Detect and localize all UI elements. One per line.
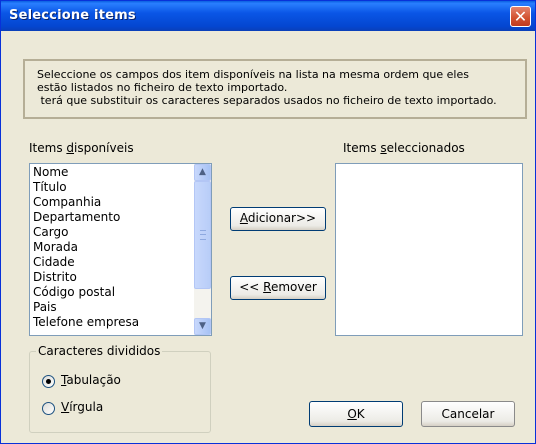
separator-group-title: Caracteres divididos: [36, 344, 163, 358]
scroll-down-button[interactable]: ▼: [194, 318, 211, 335]
list-item[interactable]: Distrito: [30, 270, 211, 285]
instructions-line: Seleccione os campos dos item disponívei…: [37, 68, 469, 81]
comma-radio-label[interactable]: Vírgula: [61, 400, 103, 414]
remove-button[interactable]: << Remover: [230, 276, 326, 300]
cancel-button[interactable]: Cancelar: [421, 401, 515, 427]
label-text: Items: [343, 141, 381, 155]
button-label: <<: [239, 280, 264, 294]
label-accelerator: V: [61, 400, 70, 414]
list-item[interactable]: Companhia: [30, 195, 211, 210]
tab-radio[interactable]: [42, 375, 55, 388]
selected-items-list[interactable]: [335, 163, 523, 336]
available-items-list[interactable]: Nome Título Companhia Departamento Cargo Mora…: [29, 163, 212, 336]
available-items-container: Nome Título Companhia Departamento Cargo Mora…: [30, 164, 211, 330]
scroll-up-button[interactable]: ▲: [194, 164, 211, 181]
selected-items-label: Items seleccionados: [343, 141, 465, 155]
instructions-panel: Seleccione os campos dos item disponívei…: [23, 59, 527, 119]
radio-selected-dot: [46, 379, 51, 384]
scroll-down-icon: ▼: [199, 321, 206, 331]
label-text: Items: [29, 141, 67, 155]
label-text: abulação: [66, 373, 121, 387]
dialog-title: Seleccione items: [9, 8, 136, 23]
tab-radio-label[interactable]: Tabulação: [61, 373, 121, 387]
select-items-dialog: Seleccione items ✕ Seleccione os campos …: [0, 0, 536, 444]
comma-radio[interactable]: [42, 402, 55, 415]
list-item[interactable]: Título: [30, 180, 211, 195]
button-accelerator: A: [239, 211, 248, 225]
label-text: isponíveis: [74, 141, 134, 155]
title-bar[interactable]: Seleccione items ✕: [1, 1, 535, 31]
label-text: írgula: [69, 400, 104, 414]
available-items-label: Items disponíveis: [29, 141, 134, 155]
list-item[interactable]: Nome: [30, 165, 211, 180]
add-button[interactable]: Adicionar>>: [230, 207, 326, 231]
button-accelerator: R: [263, 280, 271, 294]
close-icon: ✕: [513, 7, 528, 26]
scroll-thumb[interactable]: [194, 181, 211, 289]
button-label: K: [356, 407, 365, 421]
button-label: Cancelar: [441, 407, 495, 421]
available-list-scrollbar[interactable]: ▲ ▼: [194, 164, 211, 335]
list-item[interactable]: Departamento: [30, 210, 211, 225]
button-label: dicionar>>: [247, 211, 317, 225]
scroll-up-icon: ▲: [199, 167, 206, 177]
close-button[interactable]: ✕: [510, 6, 531, 27]
separator-groupbox: Caracteres divididos Tabulação Vírgula: [29, 344, 211, 433]
label-accelerator: d: [66, 141, 75, 155]
list-item[interactable]: Código postal: [30, 285, 211, 300]
label-text: eleccionados: [386, 141, 465, 155]
button-accelerator: O: [347, 407, 357, 421]
instructions-line: estão listados no ficheiro de texto impo…: [37, 81, 288, 94]
list-item[interactable]: Cargo: [30, 225, 211, 240]
list-item[interactable]: Pais: [30, 300, 211, 315]
button-label: emover: [270, 280, 317, 294]
ok-button[interactable]: OK: [309, 401, 403, 427]
list-item[interactable]: Morada: [30, 240, 211, 255]
thumb-grip-icon: [200, 230, 206, 240]
list-item[interactable]: Telefone empresa: [30, 315, 211, 330]
instructions-line: terá que substituir os caracteres separa…: [37, 94, 497, 107]
list-item[interactable]: Cidade: [30, 255, 211, 270]
